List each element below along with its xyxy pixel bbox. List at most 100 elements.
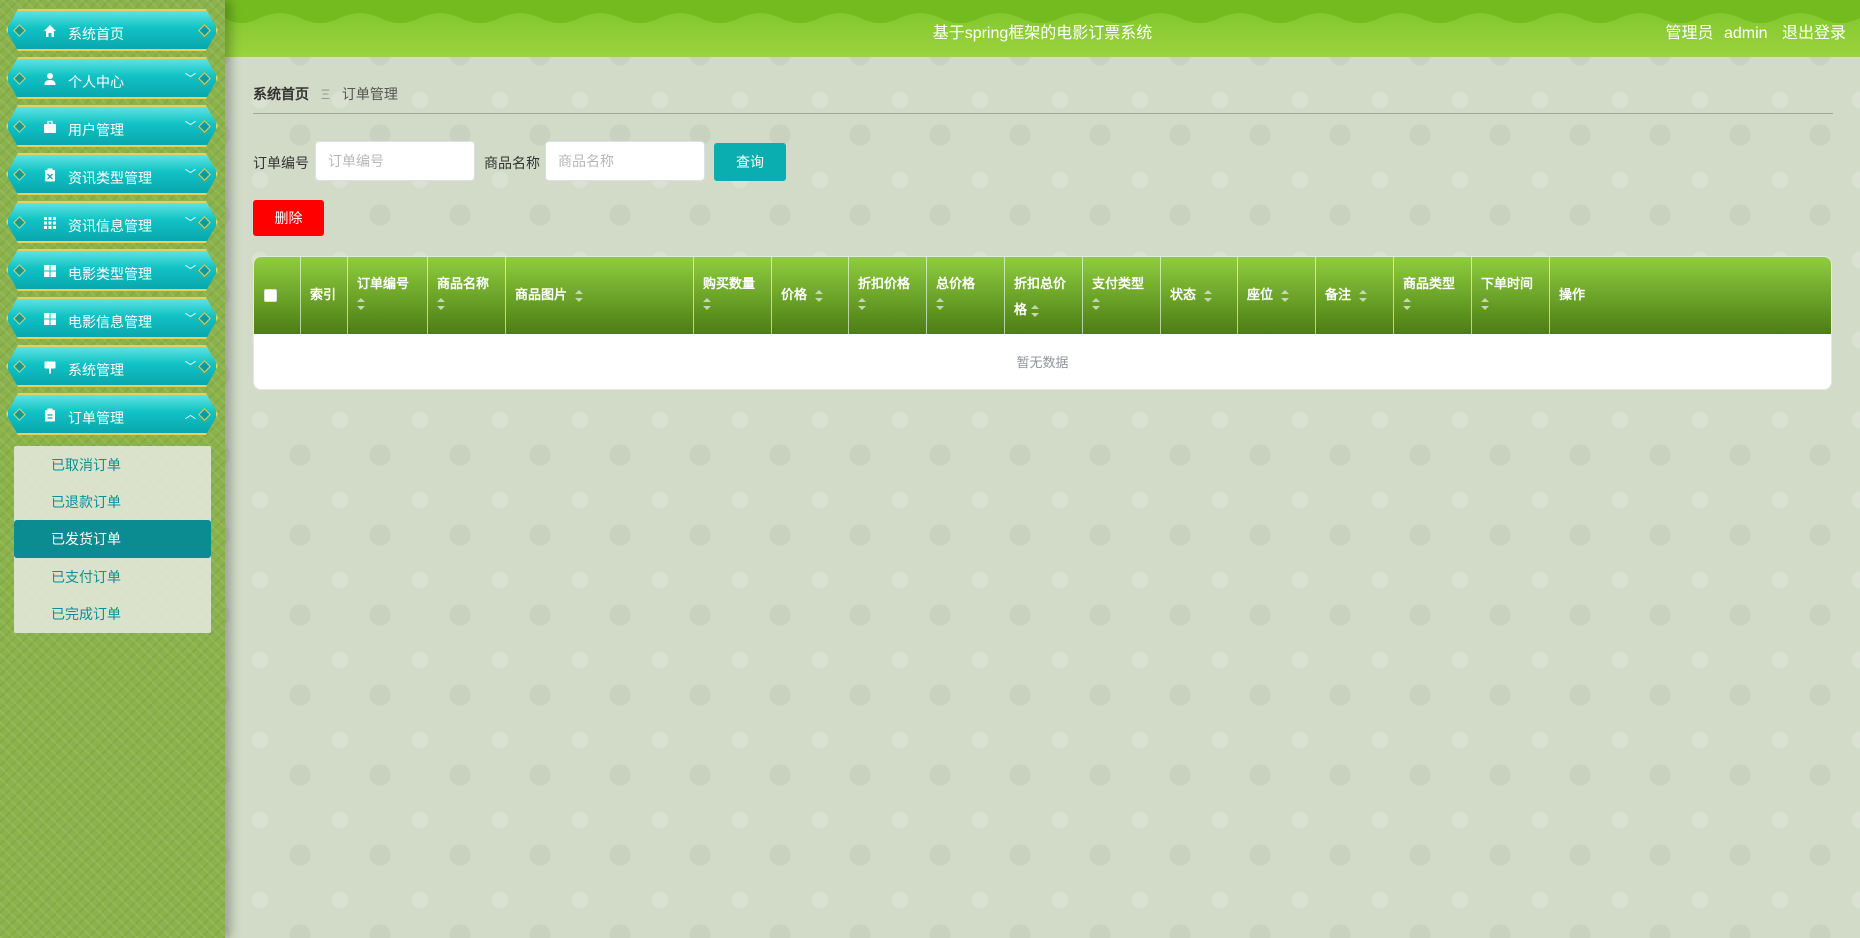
menu-ornament (198, 312, 211, 325)
breadcrumb-home[interactable]: 系统首页 (253, 86, 309, 102)
delete-button[interactable]: 删除 (253, 200, 324, 236)
submenu-item-shipped-orders[interactable]: 已发货订单 (14, 520, 211, 558)
tiles-icon (42, 311, 58, 327)
menu-ornament (13, 168, 26, 181)
column-header-discount-total[interactable]: 折扣总价格 (1005, 257, 1083, 334)
sort-icon[interactable] (936, 298, 944, 310)
column-header-product-name[interactable]: 商品名称 (428, 257, 506, 334)
user-role: 管理员 (1665, 25, 1714, 42)
menu-ornament (198, 216, 211, 229)
column-header-product-type[interactable]: 商品类型 (1394, 257, 1472, 334)
home-icon (42, 23, 58, 39)
column-header-order-no[interactable]: 订单编号 (348, 257, 428, 334)
sidebar-item-movie-info-management[interactable]: 电影信息管理 ﹀ (6, 297, 218, 339)
chevron-down-icon: ﹀ (185, 121, 196, 133)
menu-ornament (198, 24, 211, 37)
order-no-input[interactable] (315, 141, 475, 181)
empty-state: 暂无数据 (1016, 355, 1069, 370)
sort-icon[interactable] (357, 298, 365, 310)
column-label: 商品名称 (437, 276, 490, 291)
column-header-index: 索引 (301, 257, 348, 334)
logout-link[interactable]: 退出登录 (1782, 25, 1846, 42)
sort-icon[interactable] (1403, 298, 1411, 310)
sidebar-item-label: 系统首页 (68, 26, 124, 42)
sidebar-item-label: 资讯类型管理 (68, 170, 152, 186)
chevron-down-icon: ﹀ (185, 73, 196, 85)
document-icon (42, 407, 58, 423)
column-header-payment-type[interactable]: 支付类型 (1083, 257, 1161, 334)
column-header-seat[interactable]: 座位 (1238, 257, 1316, 334)
column-header-total-price[interactable]: 总价格 (927, 257, 1005, 334)
sort-icon[interactable] (1203, 289, 1212, 302)
order-submenu: 已取消订单 已退款订单 已发货订单 已支付订单 已完成订单 (14, 446, 211, 633)
chevron-down-icon: ﹀ (185, 217, 196, 229)
submenu-item-cancelled-orders[interactable]: 已取消订单 (14, 446, 211, 484)
menu-ornament (13, 408, 26, 421)
sidebar-item-personal-center[interactable]: 个人中心 ﹀ (6, 57, 218, 99)
column-label: 操作 (1559, 287, 1586, 302)
column-label: 折扣总价格 (1014, 276, 1067, 317)
sidebar-item-system-management[interactable]: 系统管理 ﹀ (6, 345, 218, 387)
sort-icon[interactable] (703, 298, 711, 310)
chevron-down-icon: ﹀ (185, 313, 196, 325)
sidebar-item-order-management[interactable]: 订单管理 ︿ (6, 393, 218, 435)
column-label: 支付类型 (1092, 276, 1145, 291)
column-header-remark[interactable]: 备注 (1316, 257, 1394, 334)
breadcrumb-current: 订单管理 (341, 86, 398, 102)
column-label: 索引 (310, 287, 337, 302)
select-all-checkbox[interactable] (264, 289, 277, 302)
submenu-item-refunded-orders[interactable]: 已退款订单 (14, 483, 211, 521)
product-name-input[interactable] (545, 141, 705, 181)
sidebar-item-home[interactable]: 系统首页 (6, 9, 218, 51)
sidebar-item-news-type-management[interactable]: 资讯类型管理 ﹀ (6, 153, 218, 195)
sidebar-item-label: 个人中心 (68, 74, 124, 90)
menu-ornament (13, 24, 26, 37)
sidebar-item-news-info-management[interactable]: 资讯信息管理 ﹀ (6, 201, 218, 243)
orders-table: 索引 订单编号 商品名称 商品图片 购买数量 价格 折扣价格 总价格 折扣总价格… (253, 256, 1832, 390)
column-header-product-image[interactable]: 商品图片 (506, 257, 694, 334)
breadcrumb-divider (253, 113, 1833, 114)
chevron-down-icon: ﹀ (185, 265, 196, 277)
column-header-order-time[interactable]: 下单时间 (1472, 257, 1550, 334)
sidebar-item-label: 用户管理 (68, 122, 124, 138)
table-header: 索引 订单编号 商品名称 商品图片 购买数量 价格 折扣价格 总价格 折扣总价格… (254, 257, 1831, 334)
sidebar-item-movie-type-management[interactable]: 电影类型管理 ﹀ (6, 249, 218, 291)
top-header: 基于spring框架的电影订票系统 管理员 admin 退出登录 (225, 0, 1860, 57)
column-label: 商品图片 (515, 287, 568, 302)
menu-ornament (198, 168, 211, 181)
sort-icon[interactable] (1092, 298, 1100, 310)
sort-icon[interactable] (1031, 304, 1040, 317)
column-header-actions: 操作 (1550, 257, 1831, 334)
menu-ornament (198, 120, 211, 133)
submenu-item-paid-orders[interactable]: 已支付订单 (14, 558, 211, 596)
column-header-quantity[interactable]: 购买数量 (694, 257, 772, 334)
menu-ornament (13, 216, 26, 229)
submenu-item-completed-orders[interactable]: 已完成订单 (14, 595, 211, 633)
column-label: 备注 (1325, 287, 1352, 302)
sort-icon[interactable] (1358, 289, 1367, 302)
sidebar-item-label: 订单管理 (68, 410, 124, 426)
sort-icon[interactable] (858, 298, 866, 310)
chevron-up-icon: ︿ (185, 409, 196, 421)
column-label: 折扣价格 (858, 276, 911, 291)
sort-icon[interactable] (574, 289, 583, 302)
sidebar-item-label: 资讯信息管理 (68, 218, 152, 234)
column-header-status[interactable]: 状态 (1161, 257, 1238, 334)
sidebar-item-user-management[interactable]: 用户管理 ﹀ (6, 105, 218, 147)
clipboard-icon (42, 167, 58, 183)
user-area: 管理员 admin 退出登录 (1665, 19, 1846, 43)
menu-ornament (198, 360, 211, 373)
column-label: 总价格 (936, 276, 976, 291)
column-label: 下单时间 (1481, 276, 1534, 291)
sort-icon[interactable] (1280, 289, 1289, 302)
menu-ornament (198, 264, 211, 277)
column-header-price[interactable]: 价格 (772, 257, 849, 334)
sort-icon[interactable] (1481, 298, 1489, 310)
sort-icon[interactable] (814, 289, 823, 302)
column-label: 订单编号 (357, 276, 410, 291)
sort-icon[interactable] (437, 298, 445, 310)
column-label: 座位 (1247, 287, 1274, 302)
query-button[interactable]: 查询 (714, 143, 786, 181)
sidebar: 系统首页 个人中心 ﹀ 用户管理 ﹀ 资讯类型管理 ﹀ 资讯信息管理 ﹀ 电影类… (0, 0, 225, 938)
column-header-discount-price[interactable]: 折扣价格 (849, 257, 927, 334)
